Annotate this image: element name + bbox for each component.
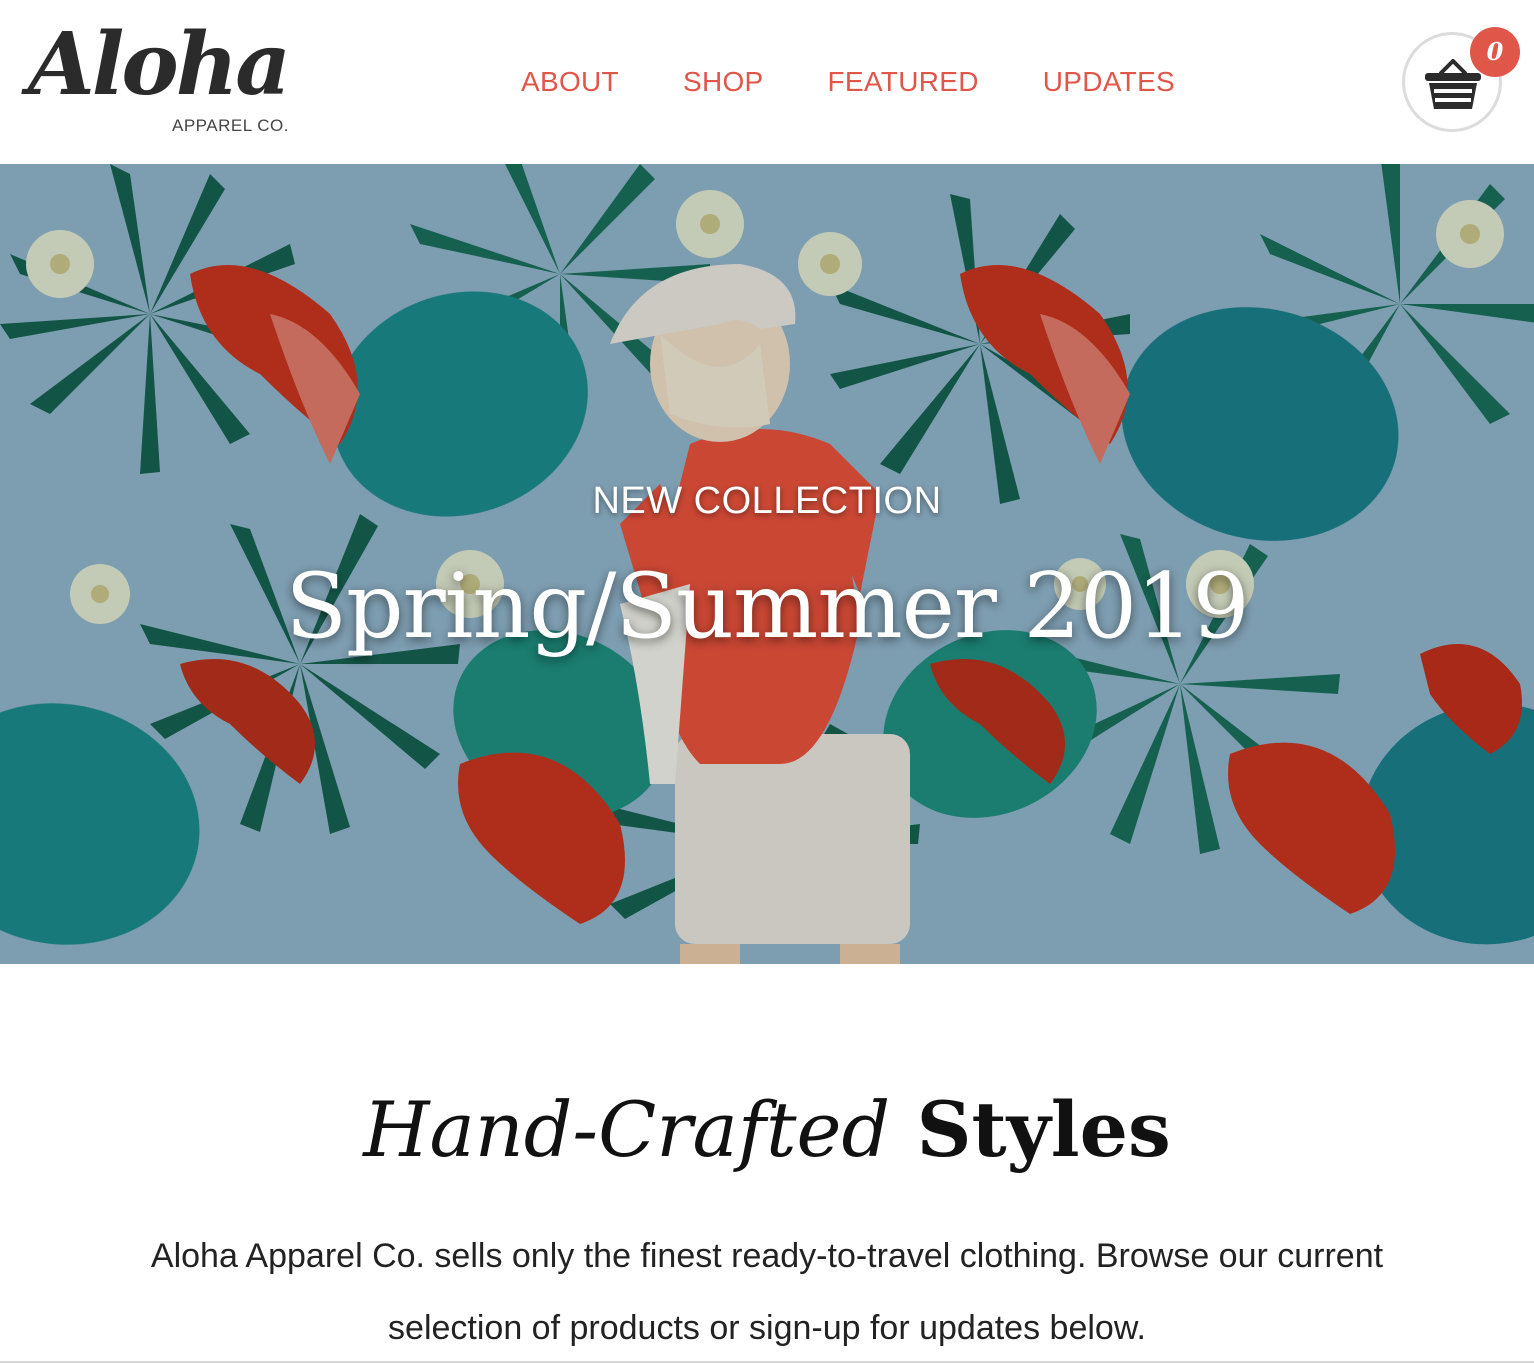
intro-heading-italic: Hand-Crafted	[363, 1085, 891, 1174]
hero-banner: NEW COLLECTION Spring/Summer 2019	[0, 164, 1534, 964]
intro-heading-bold: Styles	[916, 1085, 1171, 1174]
nav-item-about[interactable]: ABOUT	[521, 62, 619, 102]
intro-heading: Hand-Crafted Styles	[0, 1088, 1534, 1172]
hero-eyebrow: NEW COLLECTION	[592, 480, 942, 522]
nav-item-featured[interactable]: FEATURED	[828, 62, 979, 102]
main-nav: ABOUT SHOP FEATURED UPDATES	[490, 62, 1175, 102]
section-divider	[0, 1361, 1534, 1363]
nav-item-updates[interactable]: UPDATES	[1043, 62, 1175, 102]
logo-script-text: Aloha	[28, 14, 291, 115]
nav-item-shop[interactable]: SHOP	[683, 62, 764, 102]
brand-logo[interactable]: Aloha APPAREL CO.	[28, 22, 298, 142]
site-header: Aloha APPAREL CO. ABOUT SHOP FEATURED UP…	[0, 0, 1534, 164]
hero-title: Spring/Summer 2019	[285, 554, 1249, 659]
logo-subtitle: APPAREL CO.	[172, 116, 289, 135]
cart-count-badge: 0	[1470, 27, 1520, 77]
intro-paragraph: Aloha Apparel Co. sells only the finest …	[150, 1237, 1384, 1347]
